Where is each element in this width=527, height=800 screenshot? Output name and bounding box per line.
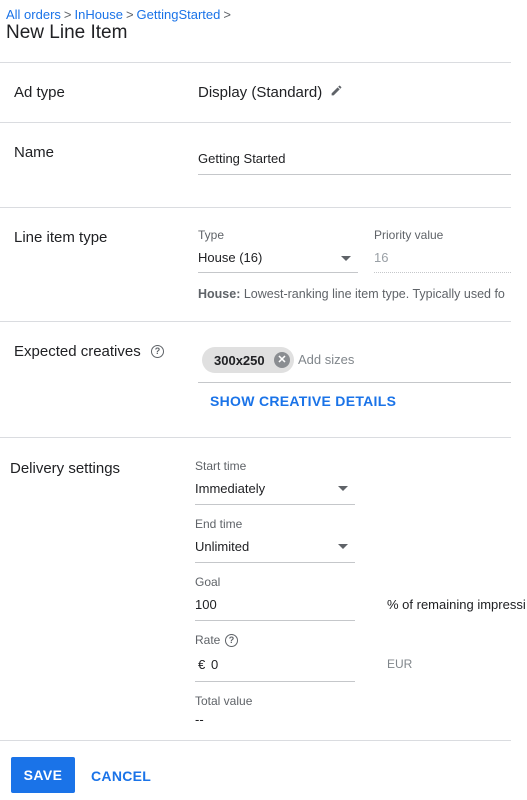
expected-creatives-label: Expected creatives	[14, 343, 141, 360]
ad-type-label: Ad type	[14, 84, 65, 101]
help-icon[interactable]: ?	[225, 634, 238, 647]
name-input-underline	[198, 174, 511, 175]
type-field-label: Type	[198, 228, 225, 242]
goal-label: Goal	[195, 575, 221, 589]
breadcrumb-separator: >	[125, 7, 134, 22]
type-description-text: Lowest-ranking line item type. Typically…	[243, 287, 505, 301]
goal-unit: % of remaining impressi	[387, 597, 526, 612]
start-time-select[interactable]: Immediately	[195, 481, 355, 503]
divider	[0, 740, 511, 741]
currency-symbol: €	[198, 657, 206, 672]
size-chip: 300x250 ✕	[202, 347, 294, 373]
goal-input[interactable]: 100	[195, 597, 355, 619]
rate-underline	[195, 681, 355, 682]
priority-input: 16	[374, 250, 389, 265]
end-time-underline	[195, 562, 355, 563]
breadcrumb-gettingstarted[interactable]: GettingStarted	[137, 7, 221, 22]
size-chip-label: 300x250	[214, 353, 265, 368]
add-sizes-underline	[198, 382, 511, 383]
ad-type-value: Display (Standard)	[198, 84, 323, 101]
divider	[0, 122, 511, 123]
page-title: New Line Item	[6, 22, 128, 43]
type-description: House: Lowest-ranking line item type. Ty…	[198, 287, 511, 301]
delivery-settings-label: Delivery settings	[10, 460, 121, 477]
name-input[interactable]: Getting Started	[198, 151, 511, 175]
divider	[0, 62, 511, 63]
rate-input[interactable]: 0	[211, 657, 355, 679]
type-select[interactable]: House (16)	[198, 250, 358, 272]
breadcrumb-all-orders[interactable]: All orders	[6, 7, 61, 22]
show-creative-details-link[interactable]: SHOW CREATIVE DETAILS	[210, 393, 396, 409]
divider	[0, 207, 511, 208]
breadcrumb-inhouse[interactable]: InHouse	[75, 7, 123, 22]
type-select-underline	[198, 272, 358, 273]
breadcrumb: All orders > InHouse > GettingStarted >	[6, 7, 234, 22]
save-button[interactable]: SAVE	[11, 757, 75, 793]
help-icon[interactable]: ?	[151, 345, 164, 358]
chevron-down-icon[interactable]	[341, 256, 351, 261]
end-time-label: End time	[195, 517, 243, 531]
line-item-type-label: Line item type	[14, 229, 108, 246]
chevron-down-icon[interactable]	[338, 544, 348, 549]
end-time-select[interactable]: Unlimited	[195, 539, 355, 561]
close-icon[interactable]: ✕	[274, 352, 290, 368]
cancel-button[interactable]: CANCEL	[91, 768, 151, 784]
goal-underline	[195, 620, 355, 621]
type-description-title: House:	[198, 287, 241, 301]
divider	[0, 437, 511, 438]
breadcrumb-separator: >	[63, 7, 72, 22]
start-time-label: Start time	[195, 459, 247, 473]
divider	[0, 321, 511, 322]
priority-input-underline	[374, 272, 511, 273]
start-time-underline	[195, 504, 355, 505]
rate-label: Rate	[195, 633, 221, 647]
rate-currency: EUR	[387, 657, 413, 671]
total-value-label: Total value	[195, 694, 253, 708]
add-sizes-input[interactable]: Add sizes	[298, 352, 354, 367]
pencil-icon[interactable]	[330, 84, 343, 97]
breadcrumb-separator: >	[223, 7, 231, 22]
chevron-down-icon[interactable]	[338, 486, 348, 491]
total-value: --	[195, 712, 204, 727]
name-label: Name	[14, 144, 55, 161]
priority-field-label: Priority value	[374, 228, 444, 242]
